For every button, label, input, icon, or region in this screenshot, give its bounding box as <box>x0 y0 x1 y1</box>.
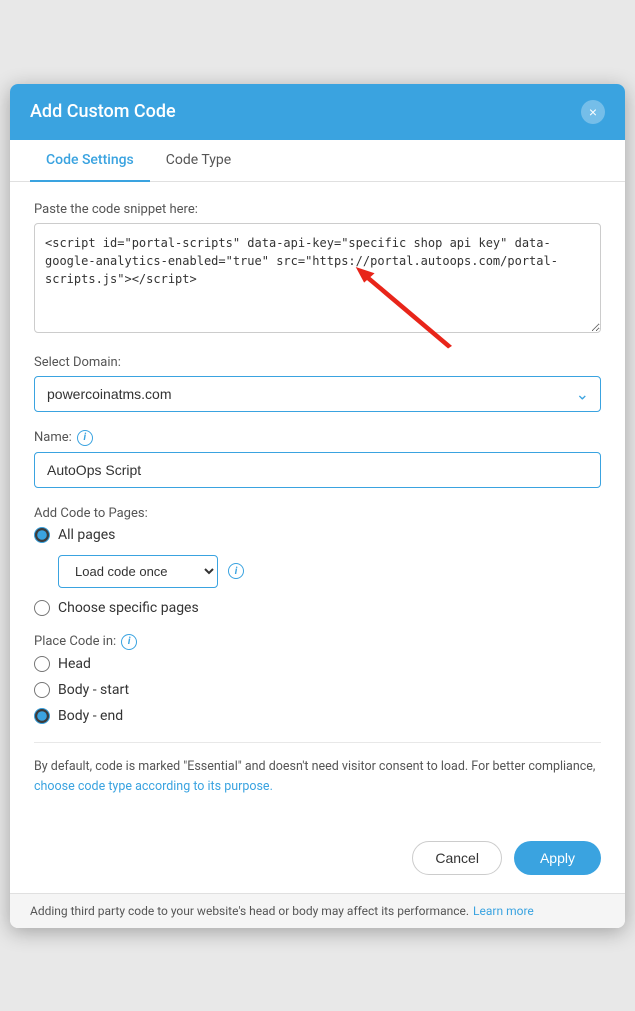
modal-header: Add Custom Code × <box>10 84 625 140</box>
load-code-select[interactable]: Load code once Load code every page <box>58 555 218 588</box>
add-code-pages-label: Add Code to Pages: <box>34 506 601 521</box>
domain-select-wrapper: powercoinatms.com ⌄ <box>34 376 601 412</box>
name-input[interactable] <box>34 452 601 488</box>
compliance-text: By default, code is marked "Essential" a… <box>34 757 601 797</box>
close-button[interactable]: × <box>581 100 605 124</box>
add-code-pages-radio-group: All pages Load code once Load code every… <box>34 527 601 616</box>
code-snippet-textarea[interactable]: <script id="portal-scripts" data-api-key… <box>34 223 601 333</box>
name-group: Name: i <box>34 430 601 488</box>
section-divider <box>34 742 601 743</box>
code-snippet-label: Paste the code snippet here: <box>34 202 601 217</box>
modal-footer: Cancel Apply <box>10 827 625 893</box>
specific-pages-radio[interactable] <box>34 600 50 616</box>
specific-pages-label: Choose specific pages <box>58 600 199 616</box>
tab-code-type[interactable]: Code Type <box>150 140 247 182</box>
name-info-icon[interactable]: i <box>77 430 93 446</box>
head-label: Head <box>58 656 91 672</box>
all-pages-radio-item[interactable]: All pages <box>34 527 601 543</box>
code-snippet-group: Paste the code snippet here: <script id=… <box>34 202 601 337</box>
body-start-radio[interactable] <box>34 682 50 698</box>
modal-body: Paste the code snippet here: <script id=… <box>10 182 625 827</box>
body-end-radio[interactable] <box>34 708 50 724</box>
tabs-bar: Code Settings Code Type <box>10 140 625 182</box>
head-radio-item[interactable]: Head <box>34 656 601 672</box>
place-code-info-icon[interactable]: i <box>121 634 137 650</box>
bottom-bar: Adding third party code to your website'… <box>10 893 625 928</box>
learn-more-link[interactable]: Learn more <box>473 904 534 918</box>
add-code-pages-group: Add Code to Pages: All pages Load code o… <box>34 506 601 616</box>
domain-label: Select Domain: <box>34 355 601 370</box>
apply-button[interactable]: Apply <box>514 841 601 875</box>
body-end-label: Body - end <box>58 708 123 724</box>
cancel-button[interactable]: Cancel <box>412 841 502 875</box>
body-start-radio-item[interactable]: Body - start <box>34 682 601 698</box>
all-pages-label: All pages <box>58 527 115 543</box>
compliance-link[interactable]: choose code type according to its purpos… <box>34 779 273 794</box>
modal-title: Add Custom Code <box>30 101 176 122</box>
domain-group: Select Domain: powercoinatms.com ⌄ <box>34 355 601 412</box>
tab-code-settings[interactable]: Code Settings <box>30 140 150 182</box>
body-end-radio-item[interactable]: Body - end <box>34 708 601 724</box>
body-start-label: Body - start <box>58 682 129 698</box>
add-custom-code-modal: Add Custom Code × Code Settings Code Typ… <box>10 84 625 928</box>
bottom-bar-text: Adding third party code to your website'… <box>30 904 469 918</box>
domain-select[interactable]: powercoinatms.com <box>34 376 601 412</box>
head-radio[interactable] <box>34 656 50 672</box>
load-code-row: Load code once Load code every page i <box>58 555 601 588</box>
all-pages-radio[interactable] <box>34 527 50 543</box>
specific-pages-radio-item[interactable]: Choose specific pages <box>34 600 601 616</box>
place-code-radio-group: Head Body - start Body - end <box>34 656 601 724</box>
name-label: Name: i <box>34 430 601 446</box>
place-code-label: Place Code in: i <box>34 634 601 650</box>
place-code-group: Place Code in: i Head Body - start Body … <box>34 634 601 724</box>
load-code-info-icon[interactable]: i <box>228 563 244 579</box>
